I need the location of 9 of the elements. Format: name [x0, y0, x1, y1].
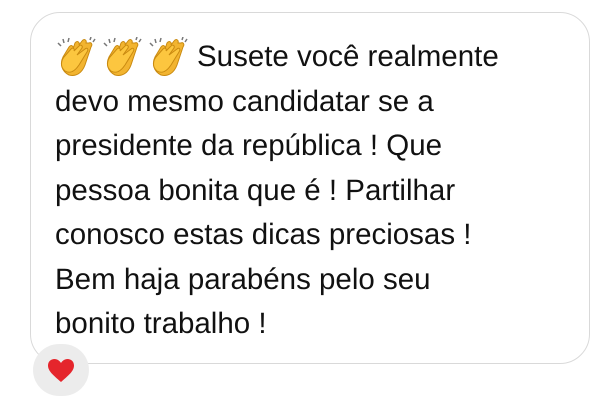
message-text: pessoa bonita que é ! Partilhar — [55, 172, 456, 208]
message-text: bonito trabalho ! — [55, 306, 267, 342]
message-text: presidente da república ! Que — [55, 128, 442, 164]
reaction-badge[interactable] — [33, 344, 89, 396]
heart-icon — [47, 358, 75, 382]
message-text: Bem haja parabéns pelo seu — [55, 262, 431, 298]
message-text: conosco estas dicas preciosas ! — [55, 217, 472, 253]
message-text: Susete você realmente — [197, 39, 499, 75]
message-text: devo mesmo candidatar se a — [55, 84, 434, 120]
